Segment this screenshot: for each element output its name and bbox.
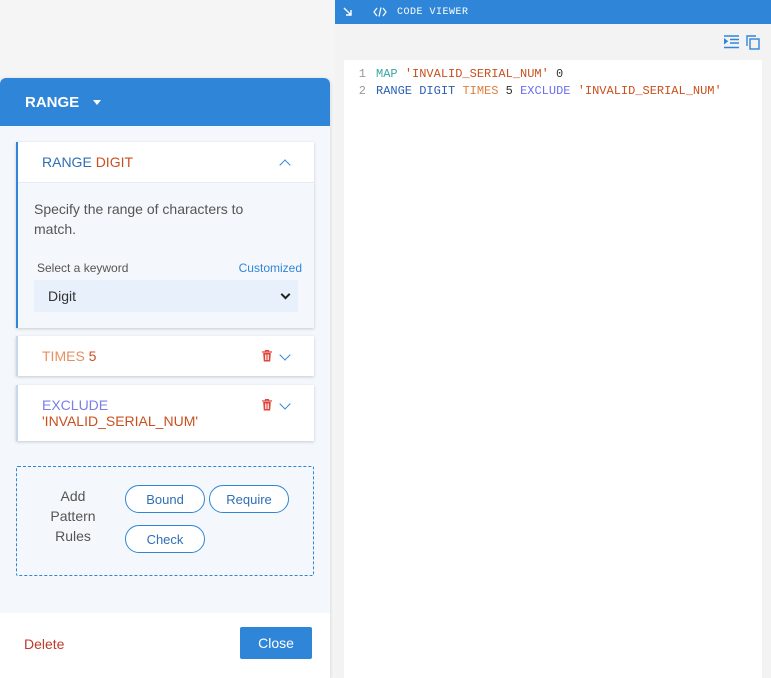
line-number: 2 (358, 84, 366, 98)
token-keyword: MAP (376, 67, 398, 81)
select-keyword-label: Select a keyword (37, 261, 129, 275)
bound-button[interactable]: Bound (125, 485, 205, 513)
exclude-card[interactable]: EXCLUDE 'INVALID_SERIAL_NUM' (16, 385, 314, 441)
collapse-arrow-icon[interactable] (341, 5, 355, 19)
range-panel: RANGE RANGE DIGIT Specify the range of c… (0, 78, 330, 678)
chevron-up-icon[interactable] (278, 158, 292, 172)
code-viewer-title: CODE VIEWER (397, 6, 469, 18)
panel-body: RANGE DIGIT Specify the range of charact… (0, 126, 330, 613)
add-pattern-rules: Add Pattern Rules Bound Require Check (16, 466, 314, 576)
token-string: 'INVALID_SERIAL_NUM' (404, 67, 549, 81)
range-card-title[interactable]: RANGE DIGIT (42, 154, 133, 170)
code-editor[interactable]: 1 MAP 'INVALID_SERIAL_NUM' 0 2 RANGE DIG… (344, 60, 762, 678)
exclude-card-title: EXCLUDE 'INVALID_SERIAL_NUM' (42, 397, 199, 429)
trash-icon[interactable] (260, 398, 274, 412)
keyword-select[interactable]: Digit (34, 280, 298, 312)
range-card: RANGE DIGIT Specify the range of charact… (16, 142, 314, 328)
token-number: 5 (505, 84, 513, 98)
token-keyword: RANGE (376, 84, 413, 98)
trash-icon[interactable] (260, 349, 274, 363)
copy-icon[interactable] (745, 34, 761, 50)
token-number: 0 (556, 67, 564, 81)
code-viewer-header: CODE VIEWER (335, 0, 771, 24)
chevron-down-icon (280, 289, 291, 300)
chevron-down-icon[interactable] (278, 348, 292, 362)
token-keyword: EXCLUDE (520, 84, 571, 98)
panel-title: RANGE (25, 93, 80, 111)
times-card-title: TIMES 5 (42, 348, 97, 364)
close-button[interactable]: Close (240, 627, 312, 659)
range-description: Specify the range of characters to match… (34, 201, 244, 237)
chevron-down-icon[interactable] (278, 397, 292, 411)
token-keyword: TIMES (462, 84, 499, 98)
delete-button[interactable]: Delete (24, 636, 64, 652)
caret-down-icon (93, 99, 102, 105)
code-icon (373, 7, 387, 17)
line-number: 1 (358, 67, 366, 81)
times-card[interactable]: TIMES 5 (16, 336, 314, 376)
panel-header-dropdown[interactable]: RANGE (0, 78, 330, 126)
code-line: 2 RANGE DIGIT TIMES 5 EXCLUDE 'INVALID_S… (344, 83, 762, 100)
check-button[interactable]: Check (125, 525, 205, 553)
panel-footer: Delete Close (0, 613, 330, 678)
customized-link[interactable]: Customized (239, 261, 302, 275)
token-string: 'INVALID_SERIAL_NUM' (577, 84, 722, 98)
token-identifier: DIGIT (419, 84, 456, 98)
indent-icon[interactable] (723, 34, 739, 50)
add-pattern-rules-label: Add Pattern Rules (50, 488, 96, 544)
require-button[interactable]: Require (209, 485, 289, 513)
code-viewer: CODE VIEWER 1 MAP 'INVALID_SERIAL_NUM' 0… (335, 0, 771, 678)
code-line: 1 MAP 'INVALID_SERIAL_NUM' 0 (344, 66, 762, 83)
